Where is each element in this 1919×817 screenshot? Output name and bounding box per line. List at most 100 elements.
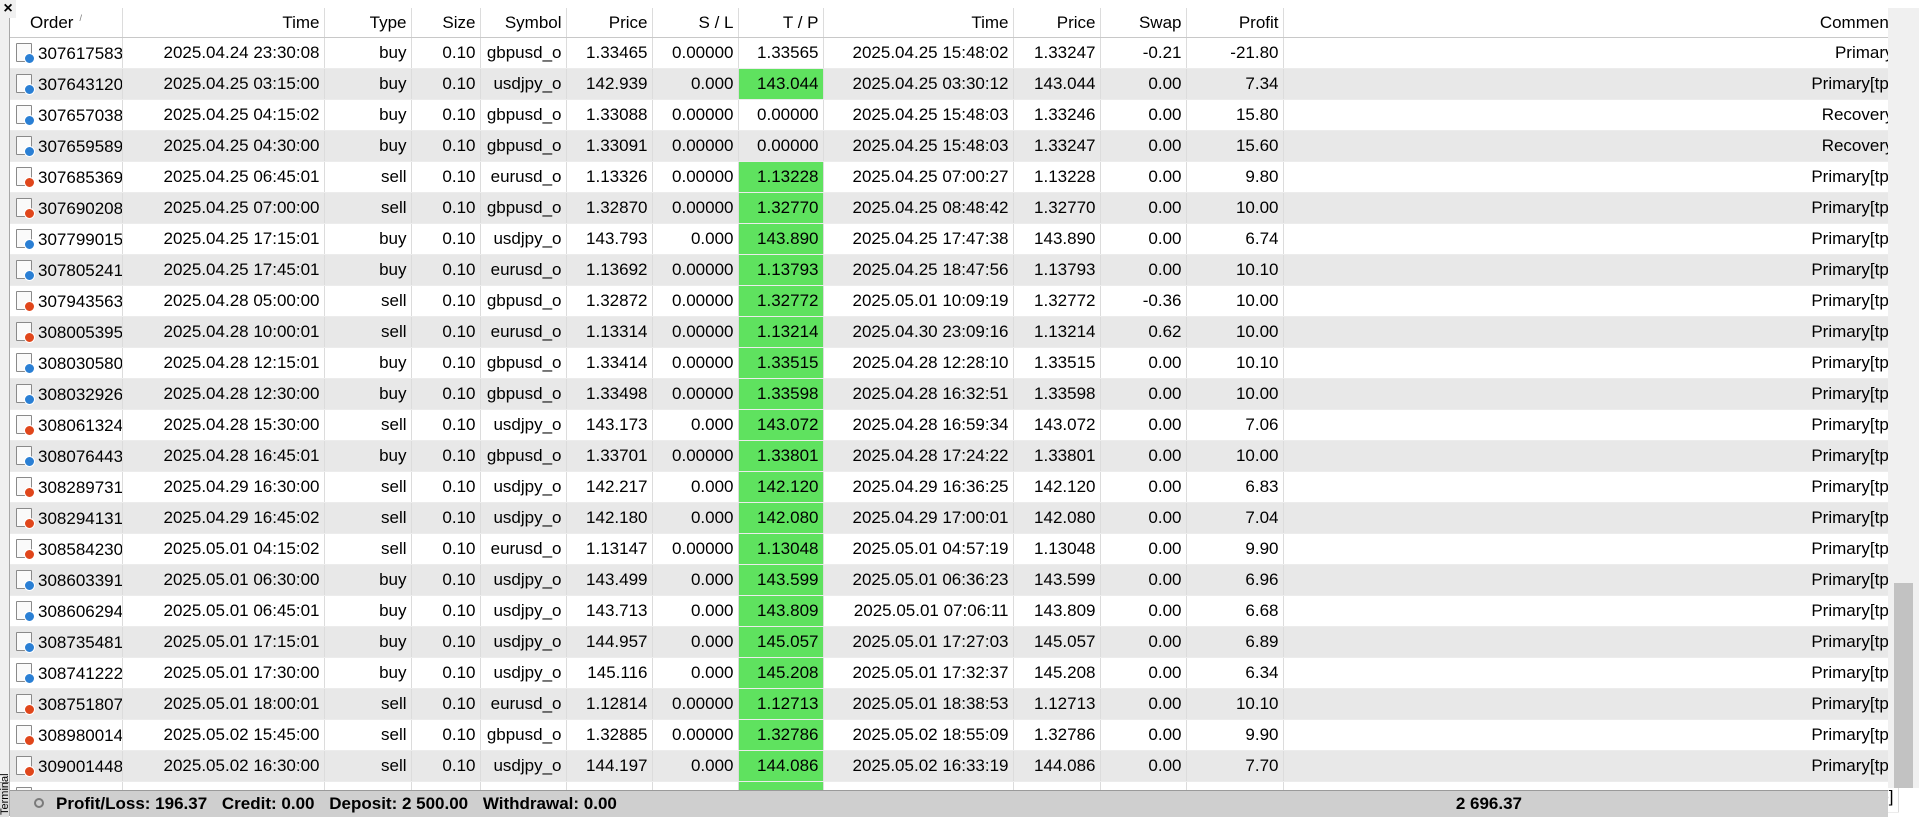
cell-type: sell — [324, 688, 412, 720]
cell-tp: 0.00000 — [738, 130, 824, 162]
cell-profit: 7.04 — [1186, 502, 1284, 534]
cell-profit: 10.00 — [1186, 285, 1284, 317]
column-header-size[interactable]: Size — [411, 8, 481, 38]
cell-size: 0.10 — [411, 750, 481, 782]
order-number: 308294131 — [38, 508, 122, 528]
order-status-dot-icon — [24, 52, 35, 64]
table-row[interactable]: 307659589 2025.04.25 04:30:00 buy 0.10 gbpus… — [10, 130, 1899, 162]
withdrawal-text: Withdrawal: 0.00 — [482, 794, 617, 813]
column-header-symbol[interactable]: Symbol — [480, 8, 567, 38]
table-row[interactable]: 309001448 2025.05.02 16:30:00 sell 0.10 usdj… — [10, 750, 1899, 782]
sell-order-icon — [16, 693, 35, 715]
table-header-row: Order / Time Type Size Symbol Price S / L T / P T… — [10, 8, 1899, 38]
cell-close-time: 2025.05.02 18:55:09 — [823, 719, 1014, 751]
cell-tp: 1.13793 — [738, 254, 824, 286]
cell-profit: 10.10 — [1186, 347, 1284, 379]
cell-type: sell — [324, 409, 412, 441]
cell-swap: 0.00 — [1100, 595, 1187, 627]
profit-loss-text: Profit/Loss: 196.37 — [56, 794, 208, 813]
table-row[interactable]: 308584230 2025.05.01 04:15:02 sell 0.10 euru… — [10, 533, 1899, 565]
order-number: 308584230 — [38, 539, 122, 559]
order-number: 308735481 — [38, 632, 122, 652]
order-number: 307643120 — [38, 74, 122, 94]
cell-type: sell — [324, 161, 412, 193]
cell-tp: 143.072 — [738, 409, 824, 441]
column-header-close-price[interactable]: Price — [1013, 8, 1101, 38]
table-row[interactable]: 308735481 2025.05.01 17:15:01 buy 0.10 usdjp… — [10, 626, 1899, 658]
close-icon[interactable]: × — [0, 0, 16, 18]
buy-order-icon — [16, 228, 35, 250]
column-header-label: Size — [442, 12, 476, 32]
column-header-order[interactable]: Order / — [10, 8, 123, 38]
table-row[interactable]: 308061324 2025.04.28 15:30:00 sell 0.10 usdj… — [10, 409, 1899, 441]
cell-profit: 10.00 — [1186, 440, 1284, 472]
column-header-sl[interactable]: S / L — [652, 8, 739, 38]
column-header-comment[interactable]: Comment — [1283, 8, 1899, 38]
column-header-price[interactable]: Price — [566, 8, 653, 38]
cell-swap: 0.00 — [1100, 99, 1187, 131]
cell-order: 307617583 — [10, 37, 123, 69]
cell-close-price: 145.208 — [1013, 657, 1101, 689]
cell-size: 0.10 — [411, 719, 481, 751]
table-row[interactable]: 307799015 2025.04.25 17:15:01 buy 0.10 usdjp… — [10, 223, 1899, 255]
cell-close-time: 2025.04.25 18:47:56 — [823, 254, 1014, 286]
table-row[interactable]: 307805241 2025.04.25 17:45:01 buy 0.10 eurus… — [10, 254, 1899, 286]
table-row[interactable]: 308294131 2025.04.29 16:45:02 sell 0.10 usdj… — [10, 502, 1899, 534]
cell-order: 308735481 — [10, 626, 123, 658]
cell-open-time: 2025.04.25 07:00:00 — [122, 192, 325, 224]
cell-size: 0.10 — [411, 161, 481, 193]
cell-open-time: 2025.05.01 17:30:00 — [122, 657, 325, 689]
column-header-open-time[interactable]: Time — [122, 8, 325, 38]
table-row[interactable]: 308032926 2025.04.28 12:30:00 buy 0.10 gbpus… — [10, 378, 1899, 410]
column-header-profit[interactable]: Profit — [1186, 8, 1284, 38]
cell-close-time: 2025.05.01 10:09:19 — [823, 285, 1014, 317]
cell-close-time: 2025.05.02 16:33:19 — [823, 750, 1014, 782]
table-row[interactable]: 308606294 2025.05.01 06:45:01 buy 0.10 usdjp… — [10, 595, 1899, 627]
table-row[interactable]: 307943563 2025.04.28 05:00:00 sell 0.10 gbpu… — [10, 285, 1899, 317]
column-header-label: Price — [1056, 12, 1096, 32]
cell-order: 307943563 — [10, 285, 123, 317]
order-number: 308005395 — [38, 322, 122, 342]
table-row[interactable]: 307690208 2025.04.25 07:00:00 sell 0.10 gbpu… — [10, 192, 1899, 224]
cell-close-price: 143.044 — [1013, 68, 1101, 100]
table-row[interactable]: 308751807 2025.05.01 18:00:01 sell 0.10 euru… — [10, 688, 1899, 720]
table-row[interactable]: 308076443 2025.04.28 16:45:01 buy 0.10 gbpus… — [10, 440, 1899, 472]
column-header-swap[interactable]: Swap — [1100, 8, 1187, 38]
cell-comment: Primary[tp] — [1283, 564, 1899, 596]
cell-price: 144.197 — [566, 750, 653, 782]
column-header-close-time[interactable]: Time — [823, 8, 1014, 38]
scrollbar-thumb[interactable] — [1894, 583, 1913, 788]
order-status-dot-icon — [24, 269, 35, 281]
terminal-side-tab[interactable]: Terminal — [0, 773, 11, 817]
table-row[interactable]: 307657038 2025.04.25 04:15:02 buy 0.10 gbpus… — [10, 99, 1899, 131]
order-number: 308741222 — [38, 663, 122, 683]
cell-close-price: 143.599 — [1013, 564, 1101, 596]
cell-size: 0.10 — [411, 409, 481, 441]
table-row[interactable]: 308005395 2025.04.28 10:00:01 sell 0.10 euru… — [10, 316, 1899, 348]
cell-close-time: 2025.04.28 16:32:51 — [823, 378, 1014, 410]
sell-order-icon — [16, 197, 35, 219]
sell-order-icon — [16, 290, 35, 312]
table-row[interactable]: 308603391 2025.05.01 06:30:00 buy 0.10 usdjp… — [10, 564, 1899, 596]
order-status-dot-icon — [24, 424, 35, 436]
cell-order: 307685369 — [10, 161, 123, 193]
table-row[interactable]: 307685369 2025.04.25 06:45:01 sell 0.10 euru… — [10, 161, 1899, 193]
vertical-scrollbar[interactable] — [1888, 8, 1919, 788]
gear-icon[interactable] — [34, 798, 44, 808]
cell-tp: 143.599 — [738, 564, 824, 596]
order-number: 309001448 — [38, 756, 122, 776]
cell-order: 307690208 — [10, 192, 123, 224]
cell-swap: -0.21 — [1100, 37, 1187, 69]
table-row[interactable]: 308030580 2025.04.28 12:15:01 buy 0.10 gbpus… — [10, 347, 1899, 379]
sell-order-icon — [16, 538, 35, 560]
table-row[interactable]: 308980014 2025.05.02 15:45:00 sell 0.10 gbpu… — [10, 719, 1899, 751]
table-row[interactable]: 308741222 2025.05.01 17:30:00 buy 0.10 usdjp… — [10, 657, 1899, 689]
cell-swap: 0.00 — [1100, 750, 1187, 782]
column-header-tp[interactable]: T / P — [738, 8, 824, 38]
column-header-type[interactable]: Type — [324, 8, 412, 38]
table-row[interactable]: 307617583 2025.04.24 23:30:08 buy 0.10 gbpus… — [10, 37, 1899, 69]
table-row[interactable]: 307643120 2025.04.25 03:15:00 buy 0.10 usdjp… — [10, 68, 1899, 100]
cell-size: 0.10 — [411, 254, 481, 286]
cell-size: 0.10 — [411, 192, 481, 224]
table-row[interactable]: 308289731 2025.04.29 16:30:00 sell 0.10 usdj… — [10, 471, 1899, 503]
